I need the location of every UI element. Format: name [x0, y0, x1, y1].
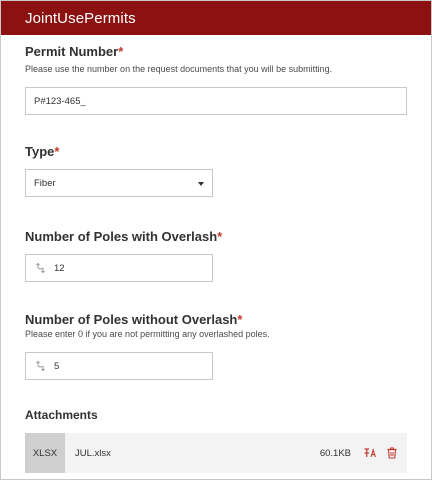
attachment-size: 60.1KB [319, 447, 351, 459]
poles-with-overlash-input[interactable]: 12 [25, 254, 213, 282]
app-header: JointUsePermits [1, 1, 431, 35]
attachment-item[interactable]: XLSX JUL.xlsx 60.1KB [25, 433, 407, 473]
poles-with-overlash-value: 12 [54, 262, 65, 274]
attachment-filename: JUL.xlsx [75, 447, 111, 459]
required-asterisk: * [217, 229, 223, 244]
poles-with-overlash-label-text: Number of Poles with Overlash [25, 229, 218, 244]
trash-icon[interactable] [385, 446, 399, 460]
type-select[interactable]: Fiber [25, 169, 213, 197]
rename-icon[interactable] [363, 446, 377, 460]
number-stepper-icon [36, 360, 45, 372]
permit-number-value: P#123-465_ [34, 95, 86, 107]
type-label: Type* [25, 144, 59, 159]
type-selected-value: Fiber [34, 177, 56, 189]
permit-number-label-text: Permit Number [25, 44, 119, 59]
permit-number-help: Please use the number on the request doc… [25, 64, 333, 74]
number-stepper-icon [36, 262, 45, 274]
required-asterisk: * [54, 144, 60, 159]
required-asterisk: * [118, 44, 124, 59]
chevron-down-icon [198, 182, 204, 186]
poles-without-overlash-help: Please enter 0 if you are not permitting… [25, 329, 270, 339]
type-label-text: Type [25, 144, 55, 159]
app-title: JointUsePermits [25, 9, 136, 27]
file-type-badge: XLSX [25, 433, 65, 473]
poles-without-overlash-label-text: Number of Poles without Overlash [25, 312, 238, 327]
permit-number-input[interactable]: P#123-465_ [25, 87, 407, 115]
poles-without-overlash-value: 5 [54, 360, 60, 372]
permit-number-label: Permit Number* [25, 44, 123, 59]
poles-without-overlash-input[interactable]: 5 [25, 352, 213, 380]
attachments-label: Attachments [25, 408, 98, 422]
poles-with-overlash-label: Number of Poles with Overlash* [25, 229, 222, 244]
poles-without-overlash-label: Number of Poles without Overlash* [25, 312, 242, 327]
required-asterisk: * [237, 312, 243, 327]
form-window: JointUsePermits Permit Number* Please us… [0, 0, 432, 480]
